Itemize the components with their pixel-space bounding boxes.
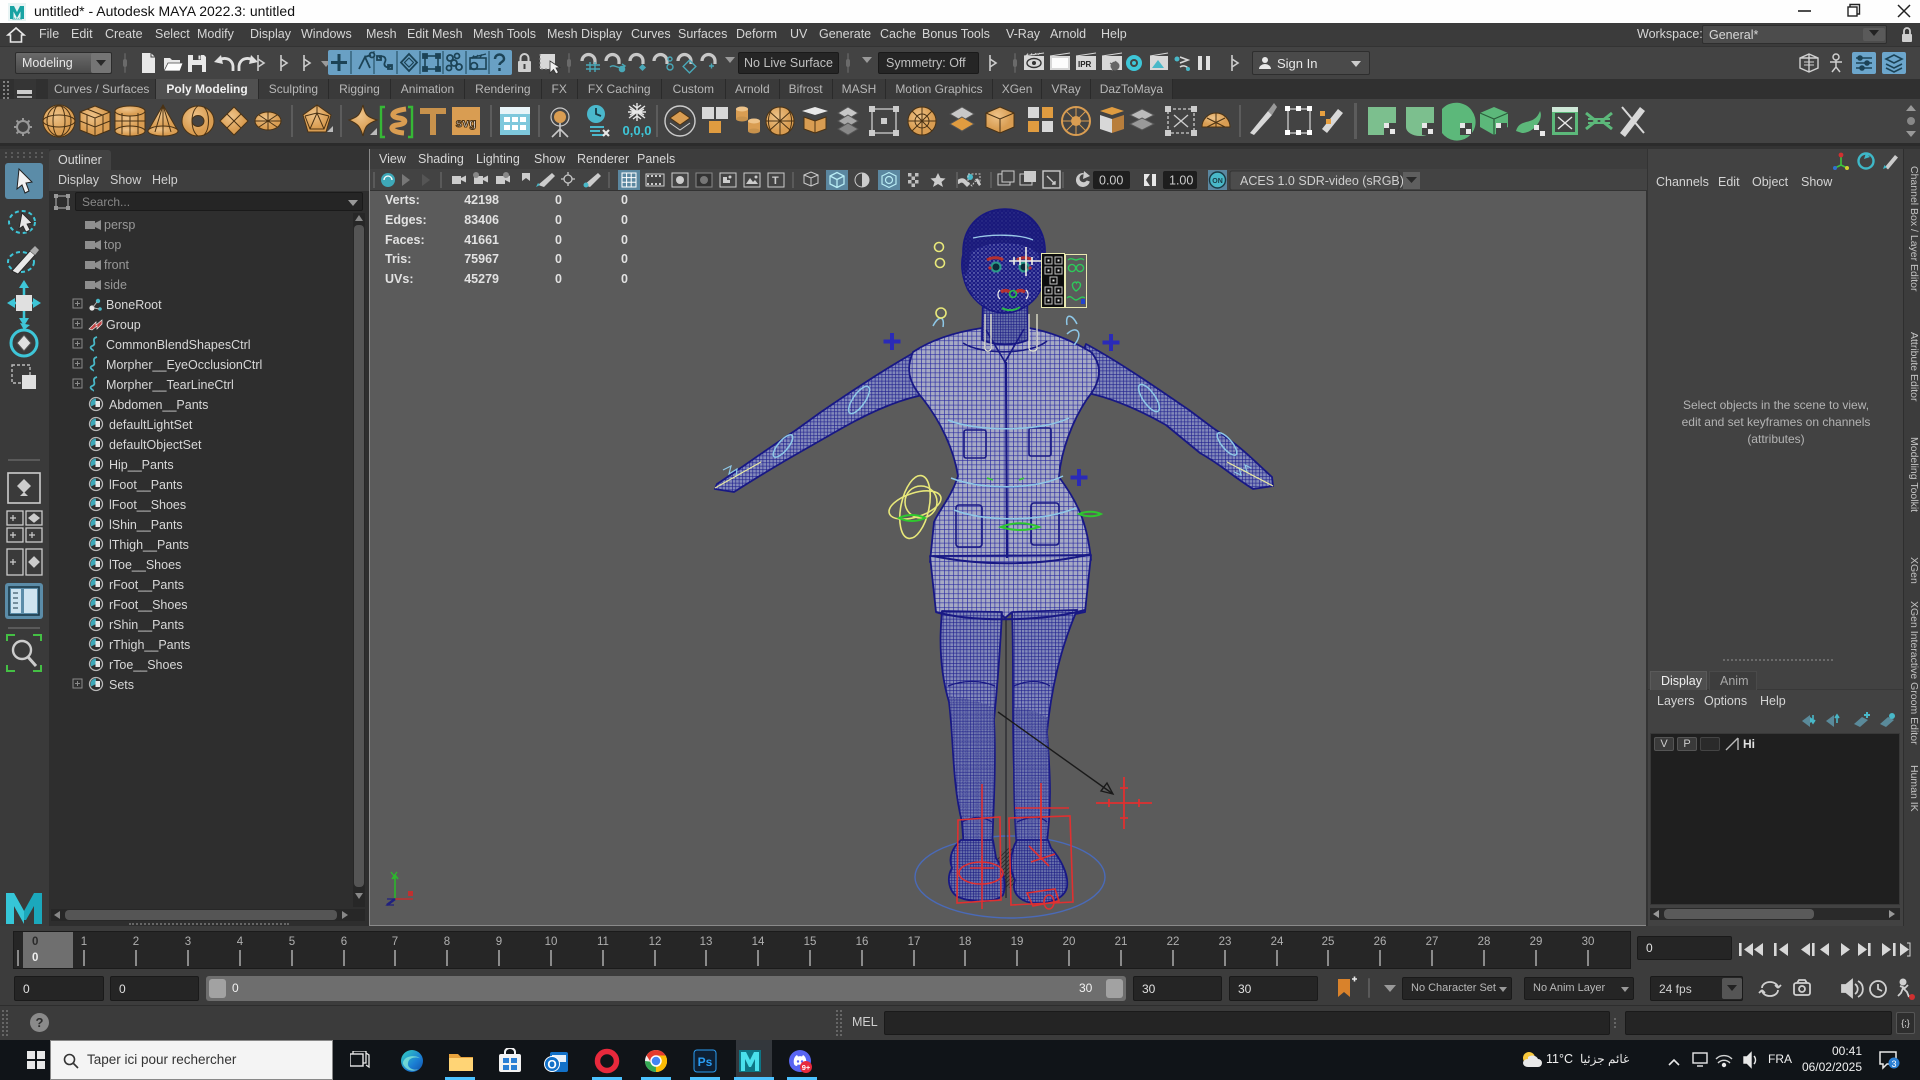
- svg-text:Sets: Sets: [109, 678, 134, 692]
- svg-text:17: 17: [908, 936, 921, 948]
- svg-text:0: 0: [621, 272, 628, 286]
- svg-text:Faces:: Faces:: [385, 233, 425, 247]
- svg-text:rToe__Shoes: rToe__Shoes: [109, 658, 183, 672]
- svg-text:9: 9: [496, 936, 502, 948]
- svg-text:Tris:: Tris:: [385, 252, 411, 266]
- svg-text:42198: 42198: [464, 193, 499, 207]
- svg-text:O: O: [547, 1058, 556, 1072]
- svg-text:0: 0: [555, 252, 562, 266]
- svg-text:BoneRoot: BoneRoot: [106, 298, 162, 312]
- svg-text:rFoot__Shoes: rFoot__Shoes: [109, 598, 188, 612]
- svg-text:IPR: IPR: [1078, 60, 1092, 69]
- svg-text:29: 29: [1530, 936, 1543, 948]
- svg-text:Group: Group: [106, 318, 141, 332]
- svg-text:83406: 83406: [464, 213, 499, 227]
- svg-text:lToe__Shoes: lToe__Shoes: [109, 558, 181, 572]
- svg-text:0.00: 0.00: [1099, 174, 1123, 188]
- svg-text:27: 27: [1426, 936, 1439, 948]
- svg-text:2: 2: [133, 936, 139, 948]
- svg-text:rFoot__Pants: rFoot__Pants: [109, 578, 184, 592]
- svg-text:3: 3: [1891, 1059, 1896, 1069]
- svg-text:svg: svg: [456, 116, 477, 130]
- svg-text:21: 21: [1115, 936, 1128, 948]
- svg-text:0: 0: [32, 936, 38, 948]
- svg-text:28: 28: [1478, 936, 1491, 948]
- svg-text:side: side: [104, 278, 127, 292]
- svg-text:lFoot__Pants: lFoot__Pants: [109, 478, 183, 492]
- svg-text:6: 6: [341, 936, 347, 948]
- svg-text:12: 12: [649, 936, 662, 948]
- svg-text:0: 0: [32, 952, 38, 964]
- svg-text:1: 1: [81, 936, 87, 948]
- svg-text:23: 23: [1219, 936, 1232, 948]
- svg-text:rShin__Pants: rShin__Pants: [109, 618, 184, 632]
- svg-text:UVs:: UVs:: [385, 272, 413, 286]
- svg-text:3: 3: [185, 936, 191, 948]
- svg-text:Morpher__EyeOcclusionCtrl: Morpher__EyeOcclusionCtrl: [106, 358, 262, 372]
- svg-text:30: 30: [1582, 936, 1595, 948]
- svg-text:5: 5: [289, 936, 295, 948]
- svg-text:defaultLightSet: defaultLightSet: [109, 418, 193, 432]
- svg-text:1.00: 1.00: [1169, 174, 1193, 188]
- svg-text:20: 20: [1063, 936, 1076, 948]
- svg-text:16: 16: [856, 936, 869, 948]
- svg-text:7: 7: [392, 936, 398, 948]
- svg-text:0: 0: [555, 233, 562, 247]
- svg-text:18: 18: [959, 936, 972, 948]
- svg-text:ACES 1.0 SDR-video (sRGB): ACES 1.0 SDR-video (sRGB): [1240, 174, 1404, 188]
- svg-text:0: 0: [621, 193, 628, 207]
- svg-text:CommonBlendShapesCtrl: CommonBlendShapesCtrl: [106, 338, 251, 352]
- svg-text:Ps: Ps: [698, 1055, 713, 1069]
- svg-text:front: front: [104, 258, 130, 272]
- svg-text:0: 0: [555, 213, 562, 227]
- svg-text:24: 24: [1271, 936, 1284, 948]
- svg-text:4: 4: [237, 936, 244, 948]
- svg-text:Abdomen__Pants: Abdomen__Pants: [109, 398, 208, 412]
- svg-text:lFoot__Shoes: lFoot__Shoes: [109, 498, 186, 512]
- svg-text:0: 0: [555, 193, 562, 207]
- svg-text:75967: 75967: [464, 252, 499, 266]
- svg-text:14: 14: [752, 936, 765, 948]
- svg-text:10: 10: [545, 936, 558, 948]
- svg-text:41661: 41661: [464, 233, 499, 247]
- svg-text:Morpher__TearLineCtrl: Morpher__TearLineCtrl: [106, 378, 234, 392]
- svg-text:Edges:: Edges:: [385, 213, 427, 227]
- svg-text:ON: ON: [1212, 178, 1223, 185]
- svg-text:Verts:: Verts:: [385, 193, 420, 207]
- svg-text:9+: 9+: [802, 1063, 811, 1072]
- svg-text:25: 25: [1322, 936, 1335, 948]
- svg-text:22: 22: [1167, 936, 1180, 948]
- svg-text:defaultObjectSet: defaultObjectSet: [109, 438, 202, 452]
- svg-text:19: 19: [1011, 936, 1024, 948]
- svg-text:MAYA: MAYA: [12, 17, 22, 21]
- svg-text:0: 0: [621, 213, 628, 227]
- svg-text:11: 11: [597, 936, 609, 948]
- svg-text:8: 8: [444, 936, 450, 948]
- svg-text:rThigh__Pants: rThigh__Pants: [109, 638, 190, 652]
- svg-text:0,0,0: 0,0,0: [623, 123, 652, 138]
- svg-text:top: top: [104, 238, 121, 252]
- svg-text:Hip__Pants: Hip__Pants: [109, 458, 174, 472]
- svg-text:persp: persp: [104, 218, 135, 232]
- svg-text:0: 0: [555, 272, 562, 286]
- svg-text:T: T: [772, 175, 779, 187]
- svg-text:lThigh__Pants: lThigh__Pants: [109, 538, 189, 552]
- svg-text:lShin__Pants: lShin__Pants: [109, 518, 183, 532]
- svg-text:0: 0: [621, 252, 628, 266]
- svg-text:45279: 45279: [464, 272, 499, 286]
- svg-text:0: 0: [621, 233, 628, 247]
- svg-text:26: 26: [1374, 936, 1387, 948]
- svg-text:13: 13: [700, 936, 713, 948]
- svg-text:15: 15: [804, 936, 817, 948]
